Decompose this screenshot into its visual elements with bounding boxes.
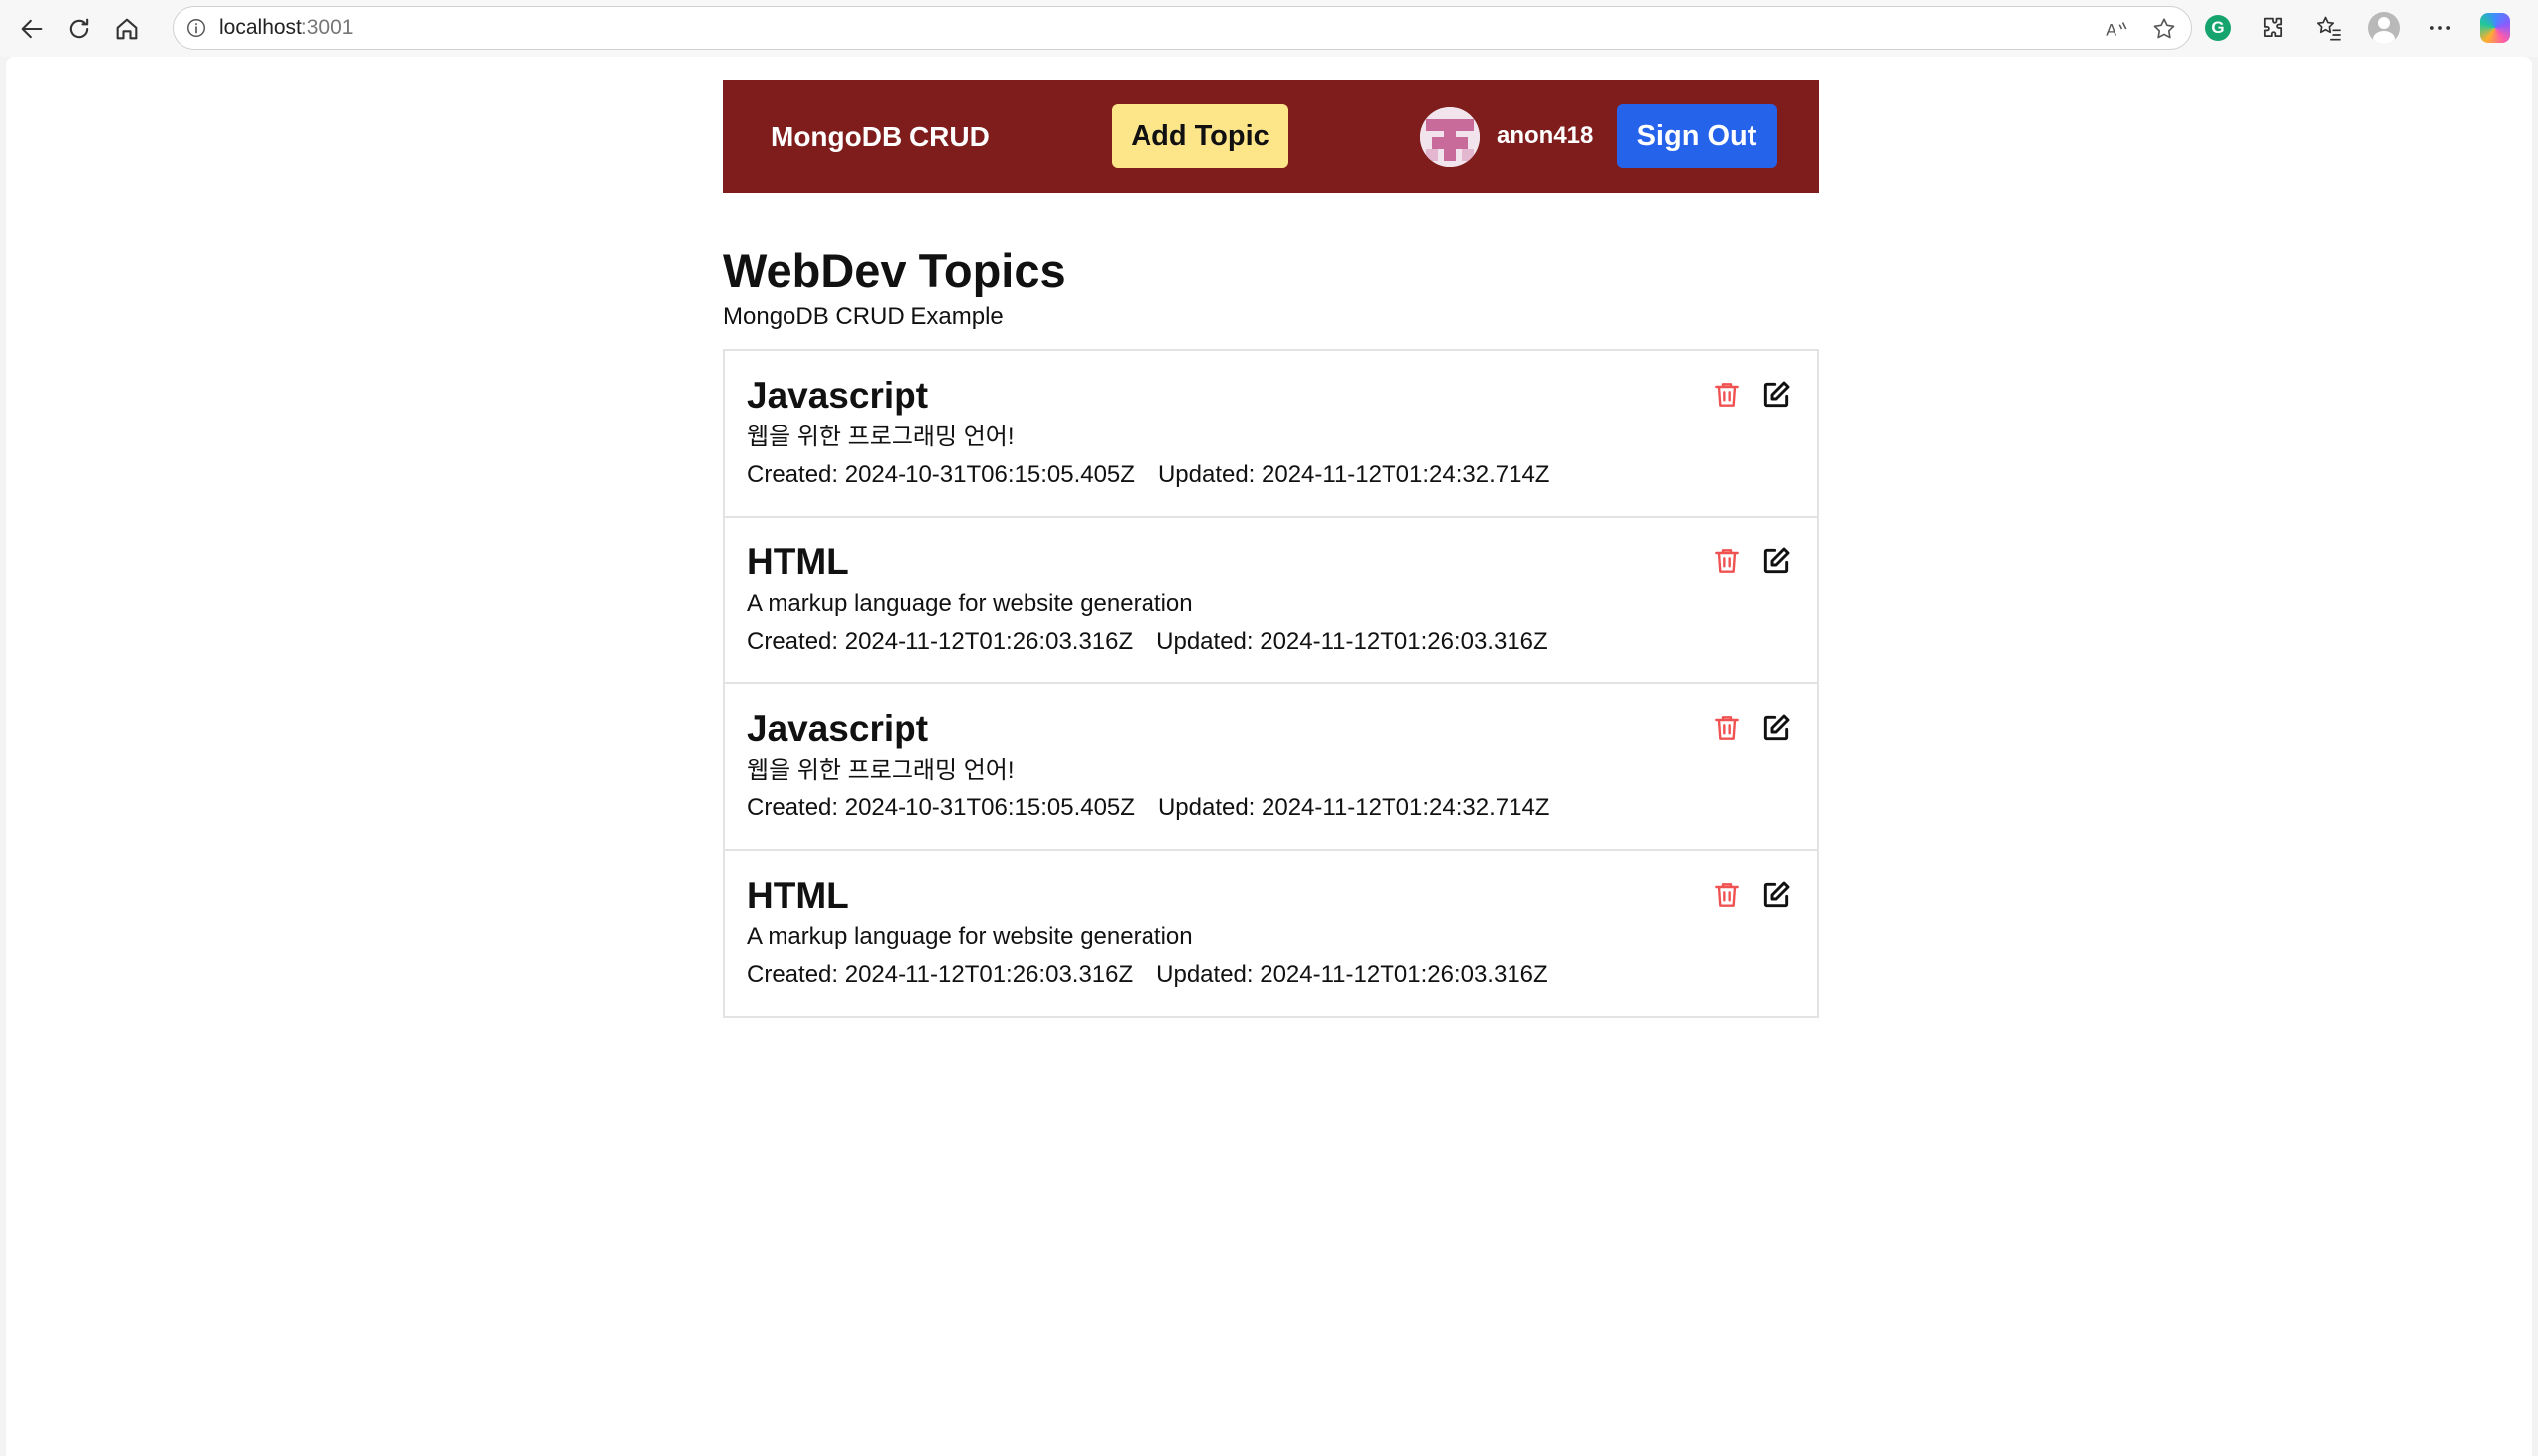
topic-updated: Updated: 2024-11-12T01:26:03.316Z	[1156, 628, 1548, 655]
browser-toolbar: localhost:3001 A G	[0, 0, 2538, 57]
add-topic-button[interactable]: Add Topic	[1112, 104, 1288, 168]
more-dots-icon	[2429, 26, 2451, 30]
trash-icon	[1715, 549, 1739, 573]
topic-description: 웹을 위한 프로그래밍 언어!	[747, 757, 1015, 784]
topic-created: Created: 2024-10-31T06:15:05.405Z	[747, 461, 1135, 488]
topic-description: A markup language for website generation	[747, 923, 1193, 950]
topic-description: 웹을 위한 프로그래밍 언어!	[747, 424, 1015, 450]
topic-card: Javascript 웹을 위한 프로그래밍 언어! Created: 2024…	[723, 349, 1819, 518]
page-viewport: MongoDB CRUD Add Topic anon418 Sign Out …	[6, 57, 2532, 1456]
copilot-icon	[2480, 13, 2510, 43]
url-port: :3001	[301, 16, 354, 39]
back-button[interactable]	[12, 9, 52, 49]
delete-topic-button[interactable]	[1710, 877, 1744, 912]
edit-topic-button[interactable]	[1759, 877, 1793, 912]
refresh-button[interactable]	[60, 9, 99, 49]
edit-topic-button[interactable]	[1759, 544, 1793, 579]
favorites-button[interactable]	[2313, 12, 2345, 44]
grammarly-extension-button[interactable]: G	[2202, 12, 2234, 44]
home-button[interactable]	[107, 9, 147, 49]
topic-updated: Updated: 2024-11-12T01:26:03.316Z	[1156, 961, 1548, 988]
sign-out-button[interactable]: Sign Out	[1617, 104, 1777, 168]
edit-icon	[1763, 881, 1790, 908]
edit-icon	[1763, 547, 1790, 574]
copilot-button[interactable]	[2479, 12, 2511, 44]
settings-menu-button[interactable]	[2424, 12, 2456, 44]
edit-icon	[1763, 381, 1790, 408]
edit-topic-button[interactable]	[1759, 710, 1793, 746]
extensions-button[interactable]	[2257, 12, 2289, 44]
topic-title: HTML	[747, 875, 849, 915]
topic-list: Javascript 웹을 위한 프로그래밍 언어! Created: 2024…	[723, 349, 1819, 1018]
read-aloud-icon[interactable]: A	[2104, 16, 2129, 42]
brand-link[interactable]: MongoDB CRUD	[771, 121, 990, 153]
navbar: MongoDB CRUD Add Topic anon418 Sign Out	[723, 80, 1819, 193]
url-text[interactable]: localhost:3001	[219, 16, 353, 40]
topic-card: HTML A markup language for website gener…	[723, 849, 1819, 1018]
favorite-star-icon[interactable]	[2151, 16, 2177, 42]
profile-avatar-icon	[2368, 12, 2400, 44]
topic-created: Created: 2024-10-31T06:15:05.405Z	[747, 794, 1135, 821]
profile-button[interactable]	[2368, 12, 2400, 44]
topic-card: Javascript 웹을 위한 프로그래밍 언어! Created: 2024…	[723, 682, 1819, 851]
info-icon[interactable]	[185, 17, 207, 39]
trash-icon	[1715, 883, 1739, 907]
trash-icon	[1715, 383, 1739, 407]
puzzle-icon	[2263, 17, 2283, 38]
page-subtitle: MongoDB CRUD Example	[723, 303, 1004, 330]
edit-icon	[1763, 714, 1790, 741]
delete-topic-button[interactable]	[1710, 710, 1744, 746]
topic-title: Javascript	[747, 708, 929, 749]
username-label: anon418	[1497, 122, 1594, 149]
topic-updated: Updated: 2024-11-12T01:24:32.714Z	[1157, 461, 1550, 488]
topic-created: Created: 2024-11-12T01:26:03.316Z	[747, 628, 1134, 655]
topic-title: HTML	[747, 542, 849, 582]
delete-topic-button[interactable]	[1710, 377, 1744, 413]
refresh-icon	[69, 18, 89, 38]
edit-topic-button[interactable]	[1759, 377, 1793, 413]
favorites-list-icon	[2316, 16, 2341, 41]
topic-updated: Updated: 2024-11-12T01:24:32.714Z	[1157, 794, 1550, 821]
topic-card: HTML A markup language for website gener…	[723, 516, 1819, 684]
url-host: localhost	[219, 16, 302, 39]
app-container: MongoDB CRUD Add Topic anon418 Sign Out …	[723, 80, 1819, 1018]
topic-created: Created: 2024-11-12T01:26:03.316Z	[747, 961, 1134, 988]
identicon-icon	[1420, 107, 1480, 167]
page-title: WebDev Topics	[723, 244, 1066, 297]
topic-description: A markup language for website generation	[747, 590, 1193, 617]
svg-text:A: A	[2106, 21, 2116, 40]
grammarly-icon: G	[2205, 15, 2231, 41]
trash-icon	[1715, 716, 1739, 740]
arrow-left-icon	[21, 19, 43, 38]
delete-topic-button[interactable]	[1710, 544, 1744, 579]
address-bar[interactable]: localhost:3001 A	[173, 6, 2192, 50]
topic-title: Javascript	[747, 375, 929, 416]
user-avatar	[1420, 107, 1480, 167]
home-icon	[116, 18, 138, 39]
